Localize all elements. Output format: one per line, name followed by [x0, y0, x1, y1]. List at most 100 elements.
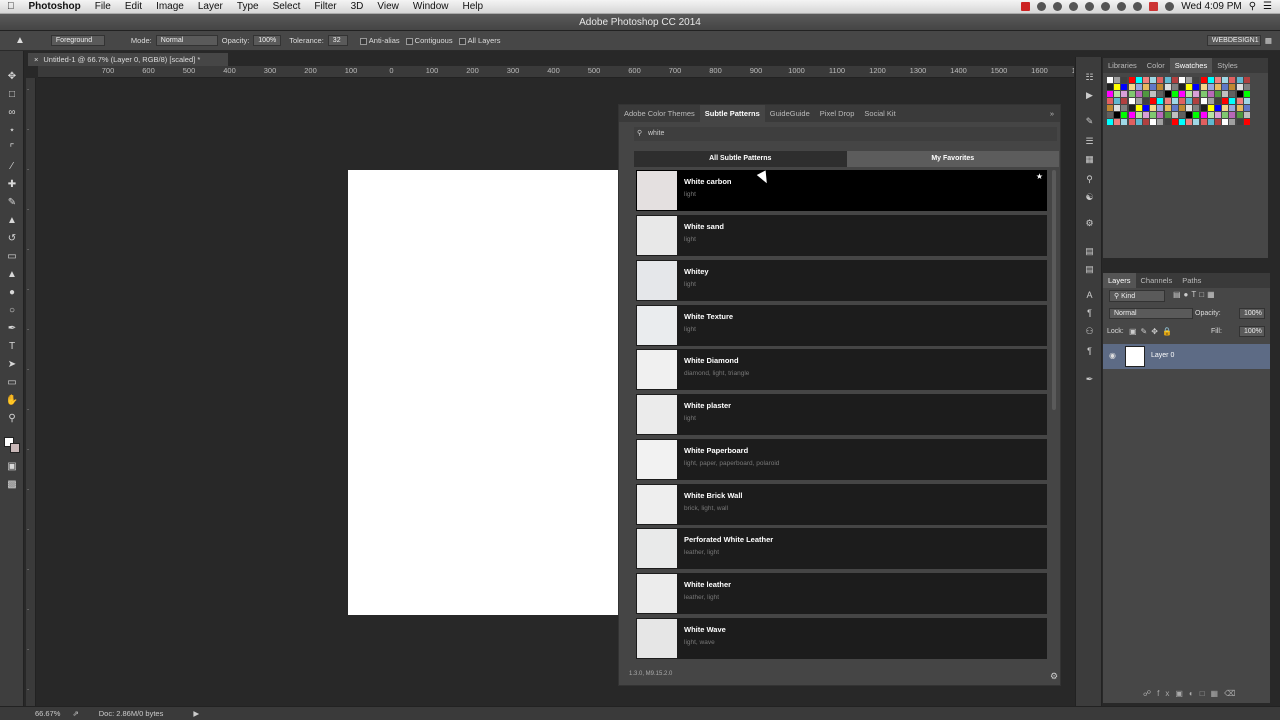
color-swatch[interactable]: [1135, 98, 1142, 104]
quick-mask-icon[interactable]: ▣: [5, 461, 19, 473]
screen-mode-icon[interactable]: ▩: [5, 479, 19, 491]
tab-channels[interactable]: Channels: [1136, 273, 1178, 288]
segment-all-patterns[interactable]: All Subtle Patterns: [634, 151, 847, 167]
opacity-input[interactable]: 100%: [253, 35, 282, 46]
tab-swatches[interactable]: Swatches: [1169, 58, 1213, 73]
menu-layer[interactable]: Layer: [191, 1, 230, 12]
pattern-list-scrollbar[interactable]: [1052, 170, 1056, 410]
actions-panel-icon[interactable]: ▶: [1083, 89, 1096, 101]
history-brush-icon[interactable]: ↺: [5, 233, 19, 245]
color-swatch[interactable]: [1128, 112, 1135, 118]
color-swatch[interactable]: [1157, 112, 1164, 118]
color-swatch[interactable]: [1107, 119, 1113, 125]
layer-filter-dropdown[interactable]: ⚲ Kind: [1109, 290, 1165, 302]
color-swatch[interactable]: [1236, 77, 1243, 83]
pattern-row[interactable]: White plaster light: [636, 394, 1047, 435]
battery-icon[interactable]: [1165, 2, 1175, 11]
tab-color[interactable]: Color: [1142, 58, 1170, 73]
flag-icon[interactable]: [1149, 2, 1159, 11]
color-swatch[interactable]: [1229, 119, 1236, 125]
color-swatch[interactable]: [1200, 112, 1207, 118]
eyedropper-tool-icon[interactable]: ⁄: [5, 161, 19, 173]
color-swatch[interactable]: [1243, 105, 1250, 111]
info-panel-icon[interactable]: ▤: [1083, 245, 1096, 257]
color-swatch[interactable]: [1114, 105, 1121, 111]
all-layers-checkbox[interactable]: All Layers: [458, 36, 501, 45]
marquee-tool-icon[interactable]: □: [5, 89, 19, 101]
color-swatch[interactable]: [1200, 98, 1207, 104]
tab-guideguide[interactable]: GuideGuide: [765, 105, 815, 122]
airdrop-icon[interactable]: [1069, 2, 1079, 11]
rectangle-tool-icon[interactable]: ▭: [5, 377, 19, 389]
color-swatch[interactable]: [1157, 98, 1164, 104]
apple-icon[interactable]: : [0, 1, 22, 12]
export-icon[interactable]: ⇗: [72, 709, 78, 718]
color-swatch[interactable]: [1143, 84, 1149, 90]
color-swatch[interactable]: [1128, 84, 1135, 90]
color-swatch[interactable]: [1128, 91, 1135, 97]
color-swatch[interactable]: [1107, 98, 1113, 104]
color-swatch[interactable]: [1157, 105, 1164, 111]
color-swatch[interactable]: [1243, 119, 1250, 125]
menu-window[interactable]: Window: [406, 1, 456, 12]
color-swatch[interactable]: [1200, 105, 1207, 111]
paint-bucket-tool-icon[interactable]: ▲: [5, 269, 19, 281]
menubar-clock[interactable]: Wed 4:09 PM: [1181, 1, 1241, 12]
menu-select[interactable]: Select: [266, 1, 308, 12]
color-swatch[interactable]: [1215, 84, 1221, 90]
blend-mode-dropdown[interactable]: Normal: [1109, 308, 1193, 319]
layer-filter-icons[interactable]: ▤●T□▦: [1173, 290, 1218, 299]
workspace-dropdown[interactable]: WEBDESIGN1: [1206, 35, 1261, 46]
color-swatch[interactable]: [1222, 112, 1229, 118]
color-swatch[interactable]: [1200, 119, 1207, 125]
color-swatch[interactable]: [1107, 112, 1113, 118]
history-panel-icon[interactable]: ☷: [1083, 71, 1096, 83]
properties-panel-icon[interactable]: ⚙: [1083, 217, 1096, 229]
color-swatch[interactable]: [1121, 91, 1128, 97]
color-swatch[interactable]: [1222, 84, 1229, 90]
menu-file[interactable]: File: [88, 1, 118, 12]
color-swatch[interactable]: [1171, 84, 1178, 90]
pen-tool-icon[interactable]: ✒: [5, 323, 19, 335]
pattern-search-input[interactable]: ⚲ white: [634, 127, 1057, 141]
menu-type[interactable]: Type: [230, 1, 266, 12]
pattern-row[interactable]: White Wave light, wave: [636, 618, 1047, 659]
color-swatch[interactable]: [1135, 91, 1142, 97]
cloud-icon[interactable]: [1085, 2, 1095, 11]
color-swatch[interactable]: [1179, 112, 1185, 118]
color-swatch[interactable]: [1157, 91, 1164, 97]
color-swatch[interactable]: [1114, 84, 1121, 90]
color-swatch[interactable]: [1215, 91, 1221, 97]
color-swatch[interactable]: [1236, 84, 1243, 90]
pattern-row[interactable]: Perforated White Leather leather, light: [636, 528, 1047, 569]
brush-panel-icon[interactable]: ✎: [1083, 115, 1096, 127]
color-swatch[interactable]: [1215, 98, 1221, 104]
color-swatch[interactable]: [1207, 98, 1214, 104]
notification-icon[interactable]: ☰: [1263, 1, 1272, 12]
color-swatch[interactable]: [1164, 112, 1171, 118]
background-color-swatch[interactable]: [10, 443, 20, 453]
color-swatch[interactable]: [1150, 105, 1157, 111]
color-swatch[interactable]: [1222, 98, 1229, 104]
color-swatch[interactable]: [1143, 98, 1149, 104]
color-swatch[interactable]: [1186, 98, 1193, 104]
color-swatch[interactable]: [1107, 84, 1113, 90]
gear-icon[interactable]: ⚙: [1050, 671, 1058, 682]
tab-social-kit[interactable]: Social Kit: [859, 105, 900, 122]
zoom-level[interactable]: 66.67%: [35, 709, 60, 718]
lasso-tool-icon[interactable]: ∞: [5, 107, 19, 119]
tab-paths[interactable]: Paths: [1177, 273, 1206, 288]
color-swatch[interactable]: [1207, 77, 1214, 83]
color-swatch[interactable]: [1229, 84, 1236, 90]
paragraph-panel-icon[interactable]: ¶: [1083, 345, 1096, 357]
color-swatch[interactable]: [1114, 119, 1121, 125]
color-swatch[interactable]: [1222, 91, 1229, 97]
color-swatch[interactable]: [1243, 98, 1250, 104]
move-tool-icon[interactable]: ✥: [5, 71, 19, 83]
pattern-row[interactable]: White Paperboard light, paper, paperboar…: [636, 439, 1047, 480]
pattern-row[interactable]: White Diamond diamond, light, triangle: [636, 349, 1047, 390]
color-swatch[interactable]: [1193, 119, 1200, 125]
color-swatch[interactable]: [1128, 77, 1135, 83]
layer-opacity-input[interactable]: 100%: [1239, 308, 1265, 319]
color-swatch[interactable]: [1186, 77, 1193, 83]
